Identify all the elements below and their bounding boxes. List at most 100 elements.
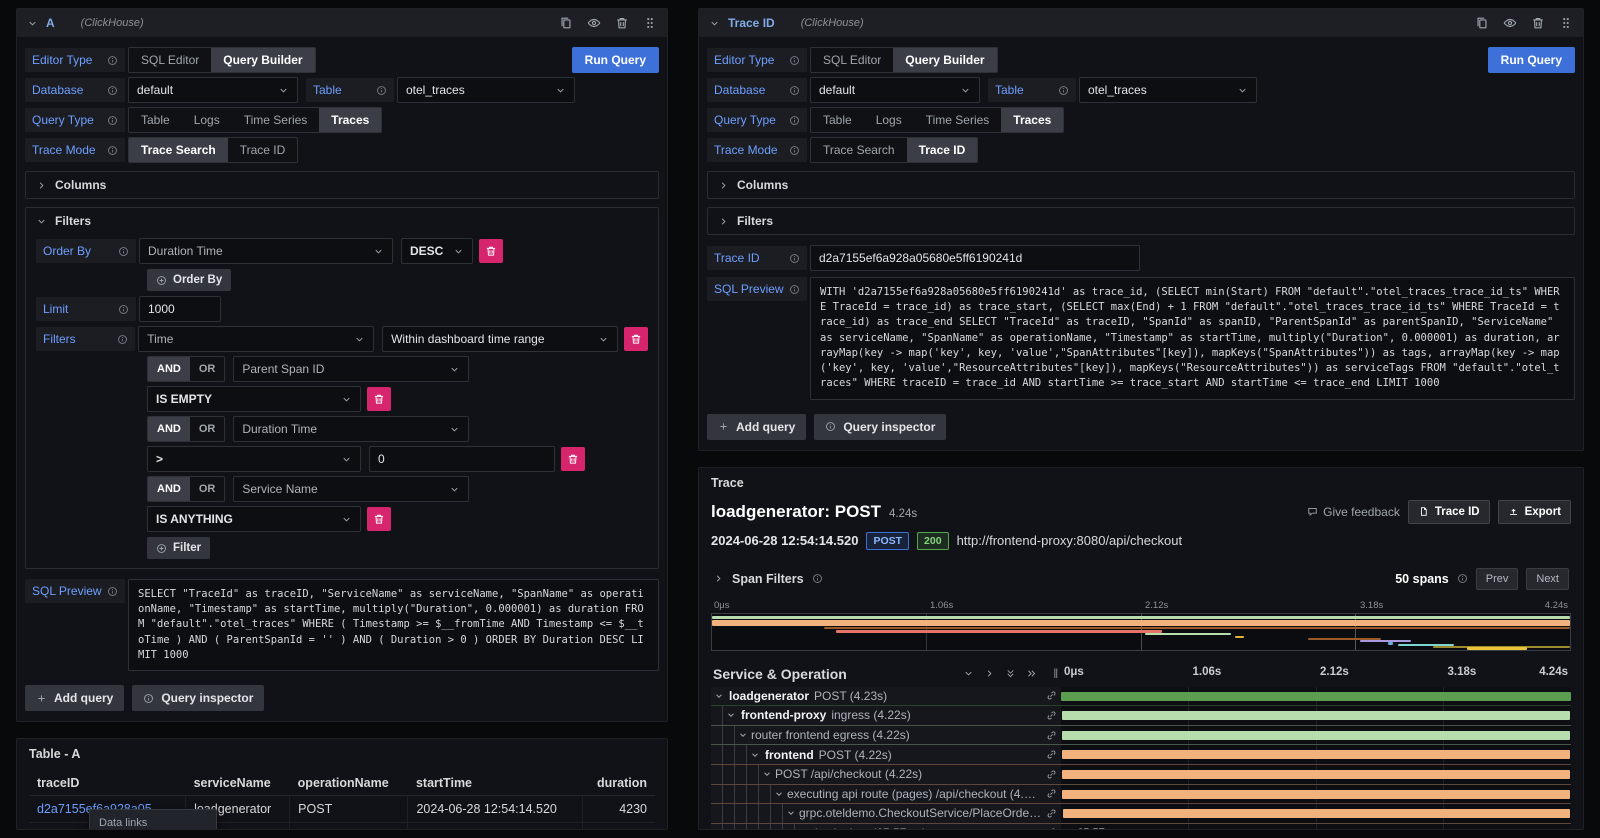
span-bar-area[interactable]: 65.57ms	[1061, 824, 1571, 830]
remove-filter-button[interactable]	[624, 327, 648, 351]
span-name[interactable]: executing api route (pages) /api/checkou…	[711, 785, 1061, 804]
info-icon[interactable]	[789, 85, 800, 96]
span-bar[interactable]	[1063, 829, 1071, 830]
add-order-by-button[interactable]: Order By	[147, 269, 231, 291]
query-type-timeseries[interactable]: Time Series	[914, 108, 1002, 132]
span-collapse-icon[interactable]	[759, 769, 775, 779]
column-resize-handle[interactable]: ||	[1053, 668, 1057, 679]
query-inspector-button[interactable]: Query inspector	[132, 685, 264, 711]
run-query-button[interactable]: Run Query	[1488, 47, 1575, 73]
drag-handle-icon[interactable]	[1559, 16, 1573, 30]
filters-header[interactable]: Filters	[36, 214, 648, 228]
span-bar[interactable]	[1063, 809, 1570, 818]
condition-value-input[interactable]	[369, 446, 555, 472]
info-icon[interactable]	[107, 85, 118, 96]
add-query-button[interactable]: Add query	[707, 414, 806, 440]
info-icon[interactable]	[789, 284, 800, 295]
collapse-chevron-icon[interactable]	[709, 18, 720, 29]
logic-and[interactable]: AND	[148, 477, 190, 501]
remove-condition-button[interactable]	[561, 447, 585, 471]
span-name[interactable]: router frontend egress (4.22s)	[711, 726, 1061, 745]
chevron-right-icon[interactable]	[713, 573, 724, 584]
trace-id-option[interactable]: Trace ID	[228, 138, 298, 162]
span-collapse-icon[interactable]	[771, 789, 787, 799]
filters-header[interactable]: Filters	[718, 214, 1564, 228]
order-by-field-select[interactable]: Duration Time	[139, 238, 393, 264]
span-name[interactable]: POST /api/checkout (4.22s)	[711, 765, 1061, 784]
span-bar-area[interactable]	[1061, 785, 1571, 804]
span-bar[interactable]	[1062, 731, 1571, 740]
info-icon[interactable]	[812, 573, 823, 584]
span-name[interactable]: loadgeneratorPOST (4.23s)	[711, 687, 1061, 706]
trace-id-input[interactable]	[810, 245, 1140, 271]
table-select[interactable]: otel_traces	[397, 77, 575, 103]
info-icon[interactable]	[1457, 573, 1468, 584]
info-icon[interactable]	[118, 304, 129, 315]
logic-and[interactable]: AND	[148, 357, 190, 381]
collapse-chevron-icon[interactable]	[27, 18, 38, 29]
info-icon[interactable]	[789, 145, 800, 156]
span-bar-area[interactable]	[1061, 706, 1571, 725]
span-collapse-icon[interactable]	[723, 710, 739, 720]
span-collapse-icon[interactable]	[747, 750, 763, 760]
query-type-traces[interactable]: Traces	[1001, 108, 1063, 132]
database-select[interactable]: default	[810, 77, 980, 103]
logic-or[interactable]: OR	[190, 357, 225, 381]
add-filter-button[interactable]: Filter	[147, 537, 210, 559]
span-collapse-icon[interactable]	[783, 808, 799, 818]
span-link-icon[interactable]	[1042, 769, 1061, 780]
sql-editor-option[interactable]: SQL Editor	[129, 48, 211, 72]
columns-header[interactable]: Columns	[36, 178, 648, 192]
trace-id-button[interactable]: Trace ID	[1408, 500, 1490, 524]
prev-button[interactable]: Prev	[1476, 568, 1519, 590]
minimap-canvas[interactable]	[711, 613, 1571, 651]
span-bar-area[interactable]	[1061, 765, 1571, 784]
info-icon[interactable]	[789, 253, 800, 264]
delete-query-icon[interactable]	[615, 16, 629, 30]
col-header-traceid[interactable]: traceID	[29, 771, 186, 796]
span-link-icon[interactable]	[1042, 710, 1061, 721]
limit-input[interactable]	[139, 296, 221, 322]
span-link-icon[interactable]	[1042, 788, 1061, 799]
col-header-operationname[interactable]: operationName	[290, 771, 408, 796]
condition-op-select[interactable]: IS EMPTY	[147, 386, 361, 412]
span-link-icon[interactable]	[1042, 749, 1061, 760]
info-icon[interactable]	[118, 246, 129, 257]
duplicate-query-icon[interactable]	[559, 16, 573, 30]
condition-field-select[interactable]: Parent Span ID	[233, 356, 469, 382]
col-header-duration[interactable]: duration	[582, 771, 655, 796]
export-button[interactable]: Export	[1498, 500, 1571, 524]
condition-field-select[interactable]: Service Name	[233, 476, 469, 502]
query-builder-option[interactable]: Query Builder	[893, 48, 996, 72]
info-icon[interactable]	[376, 85, 387, 96]
remove-condition-button[interactable]	[367, 507, 391, 531]
info-icon[interactable]	[107, 586, 118, 597]
span-collapse-icon[interactable]	[735, 730, 751, 740]
query-builder-option[interactable]: Query Builder	[211, 48, 314, 72]
info-icon[interactable]	[107, 55, 118, 66]
columns-header[interactable]: Columns	[718, 178, 1564, 192]
span-bar[interactable]	[1062, 711, 1571, 720]
sql-editor-option[interactable]: SQL Editor	[811, 48, 893, 72]
info-icon[interactable]	[107, 145, 118, 156]
span-bar-area[interactable]	[1061, 804, 1571, 823]
give-feedback-link[interactable]: Give feedback	[1307, 505, 1400, 519]
query-type-logs[interactable]: Logs	[864, 108, 914, 132]
logic-or[interactable]: OR	[190, 417, 225, 441]
query-type-traces[interactable]: Traces	[319, 108, 381, 132]
span-bar-area[interactable]	[1061, 726, 1571, 745]
delete-query-icon[interactable]	[1531, 16, 1545, 30]
span-bar-area[interactable]	[1061, 745, 1571, 764]
span-link-icon[interactable]	[1042, 690, 1061, 701]
info-icon[interactable]	[1058, 85, 1069, 96]
run-query-button[interactable]: Run Query	[572, 47, 659, 73]
span-name[interactable]: frontendPOST (4.22s)	[711, 745, 1061, 764]
hide-response-icon[interactable]	[1503, 16, 1517, 30]
drag-handle-icon[interactable]	[643, 16, 657, 30]
trace-minimap[interactable]: 0μs1.06s2.12s3.18s4.24s	[711, 600, 1571, 651]
span-bar[interactable]	[1062, 750, 1570, 759]
expand-all-icon[interactable]	[1026, 668, 1037, 679]
info-icon[interactable]	[107, 115, 118, 126]
span-collapse-icon[interactable]	[711, 691, 727, 701]
query-type-table[interactable]: Table	[129, 108, 182, 132]
